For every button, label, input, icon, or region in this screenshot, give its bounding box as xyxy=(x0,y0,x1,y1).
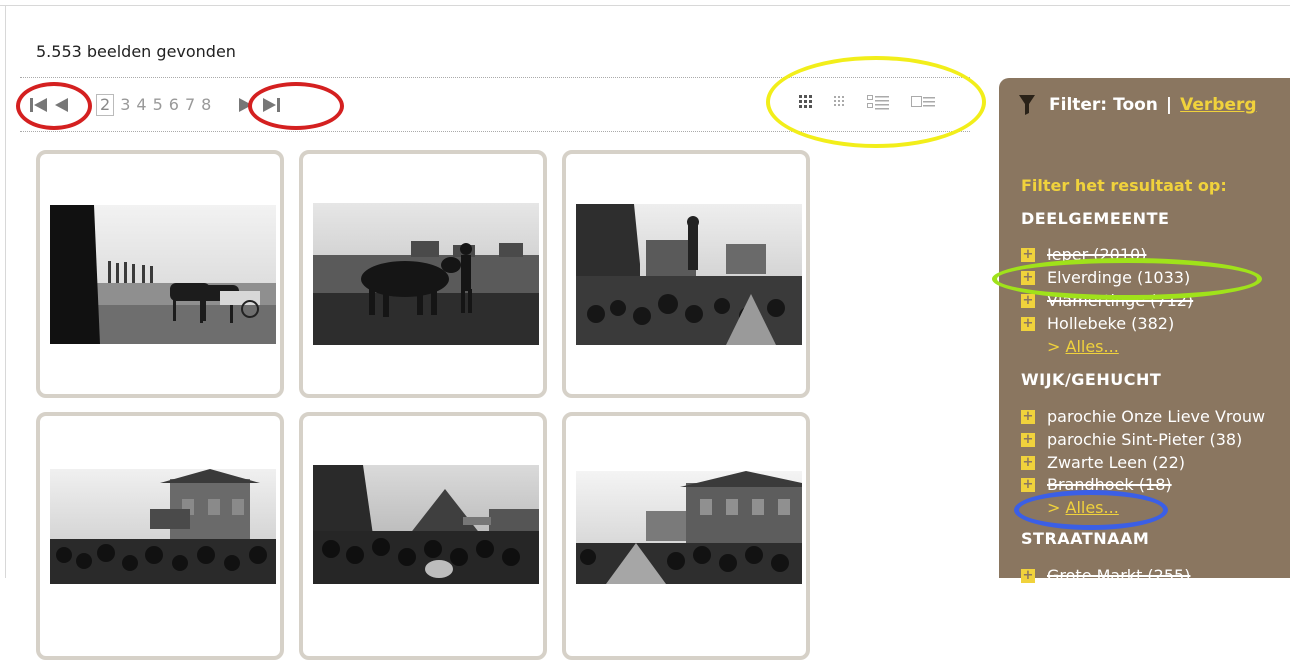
filter-item-label: Brandhoek (18) xyxy=(1047,475,1172,494)
filter-item[interactable]: + Zwarte Leen (22) xyxy=(1021,453,1185,472)
expand-plus-icon[interactable]: + xyxy=(1021,270,1035,285)
list-view-icon[interactable] xyxy=(866,94,892,110)
grid-large-view-icon[interactable] xyxy=(798,94,814,110)
expand-plus-icon[interactable]: + xyxy=(1021,316,1035,331)
page-link[interactable]: 3 xyxy=(120,95,130,115)
expand-plus-icon[interactable]: + xyxy=(1021,477,1035,492)
filter-item-label: Hollebeke (382) xyxy=(1047,314,1175,333)
filter-item-label: parochie Onze Lieve Vrouw xyxy=(1047,407,1266,426)
expand-plus-icon[interactable]: + xyxy=(1021,432,1035,447)
filter-sidebar: Filter: Toon | Verberg Filter het result… xyxy=(999,78,1290,585)
page-link[interactable]: 5 xyxy=(153,95,163,115)
expand-plus-icon[interactable]: + xyxy=(1021,409,1035,424)
expand-plus-icon[interactable]: + xyxy=(1021,455,1035,470)
filter-label: Filter: xyxy=(1049,95,1108,115)
filter-item-label: Grote Markt (255) xyxy=(1047,566,1191,585)
filter-item-label: Elverdinge (1033) xyxy=(1047,268,1191,287)
last-page-icon[interactable] xyxy=(263,98,281,112)
filter-item-label: Ieper (2010) xyxy=(1047,245,1147,264)
section-title-straatnaam: STRAATNAAM xyxy=(1021,529,1150,548)
section-title-wijk-gehucht: WIJK/GEHUCHT xyxy=(1021,370,1162,389)
filter-hide-link[interactable]: Verberg xyxy=(1180,95,1256,115)
expand-plus-icon[interactable]: + xyxy=(1021,247,1035,262)
next-page-icon[interactable] xyxy=(239,98,253,112)
previous-page-icon[interactable] xyxy=(54,98,68,112)
show-all-label[interactable]: Alles... xyxy=(1066,498,1119,517)
filter-item[interactable]: + Vlamertinge (712) xyxy=(1021,291,1193,310)
filter-item-label: Vlamertinge (712) xyxy=(1047,291,1194,310)
detail-view-icon[interactable] xyxy=(910,94,936,110)
photo-thumbnail[interactable] xyxy=(576,471,802,584)
expand-plus-icon[interactable]: + xyxy=(1021,568,1035,583)
photo-card[interactable] xyxy=(299,412,547,660)
filter-item[interactable]: + Elverdinge (1033) xyxy=(1021,268,1190,287)
photo-thumbnail[interactable] xyxy=(50,469,276,584)
frame-left-border xyxy=(5,5,6,578)
grid-small-view-icon[interactable] xyxy=(832,94,848,110)
section-title-deelgemeente: DEELGEMEENTE xyxy=(1021,209,1170,228)
frame-top-border xyxy=(0,5,1290,6)
photo-thumbnail[interactable] xyxy=(313,465,539,584)
filter-item[interactable]: + Ieper (2010) xyxy=(1021,245,1146,264)
filter-intro: Filter het resultaat op: xyxy=(1021,176,1227,195)
show-all-link[interactable]: > Alles... xyxy=(1047,337,1119,356)
photo-card[interactable] xyxy=(36,150,284,398)
filter-item[interactable]: + Hollebeke (382) xyxy=(1021,314,1174,333)
view-mode-switcher xyxy=(798,94,954,110)
photo-thumbnail[interactable] xyxy=(313,203,539,345)
page-link[interactable]: 7 xyxy=(185,95,195,115)
filter-show-toggle[interactable]: Toon xyxy=(1113,95,1158,115)
pagination: 2 3 4 5 6 7 8 xyxy=(30,94,281,116)
divider-bottom xyxy=(20,131,970,132)
show-all-prefix: > xyxy=(1047,498,1061,517)
filter-separator: | xyxy=(1165,95,1173,115)
page-link[interactable]: 4 xyxy=(136,95,146,115)
page-numbers: 2 3 4 5 6 7 8 xyxy=(96,94,217,116)
photo-card[interactable] xyxy=(299,150,547,398)
filter-item[interactable]: + parochie Onze Lieve Vrouw xyxy=(1021,407,1265,426)
page-link[interactable]: 8 xyxy=(201,95,211,115)
show-all-link[interactable]: > Alles... xyxy=(1047,498,1119,517)
filter-header: Filter: Toon | Verberg xyxy=(1019,95,1257,115)
filter-funnel-icon xyxy=(1019,95,1035,115)
show-all-label[interactable]: Alles... xyxy=(1066,337,1119,356)
show-all-prefix: > xyxy=(1047,337,1061,356)
filter-item-label: parochie Sint-Pieter (38) xyxy=(1047,430,1243,449)
photo-card[interactable] xyxy=(562,412,810,660)
filter-item[interactable]: + Brandhoek (18) xyxy=(1021,475,1172,494)
filter-item[interactable]: + parochie Sint-Pieter (38) xyxy=(1021,430,1242,449)
filter-item-label: Zwarte Leen (22) xyxy=(1047,453,1186,472)
divider-top xyxy=(20,77,970,78)
expand-plus-icon[interactable]: + xyxy=(1021,293,1035,308)
photo-thumbnail[interactable] xyxy=(576,204,802,345)
photo-card[interactable] xyxy=(562,150,810,398)
first-page-icon[interactable] xyxy=(30,98,48,112)
page-link[interactable]: 6 xyxy=(169,95,179,115)
results-count: 5.553 beelden gevonden xyxy=(36,42,236,61)
page-current[interactable]: 2 xyxy=(96,94,115,116)
photo-card[interactable] xyxy=(36,412,284,660)
filter-item[interactable]: + Grote Markt (255) xyxy=(1021,566,1190,585)
photo-thumbnail[interactable] xyxy=(50,205,276,344)
